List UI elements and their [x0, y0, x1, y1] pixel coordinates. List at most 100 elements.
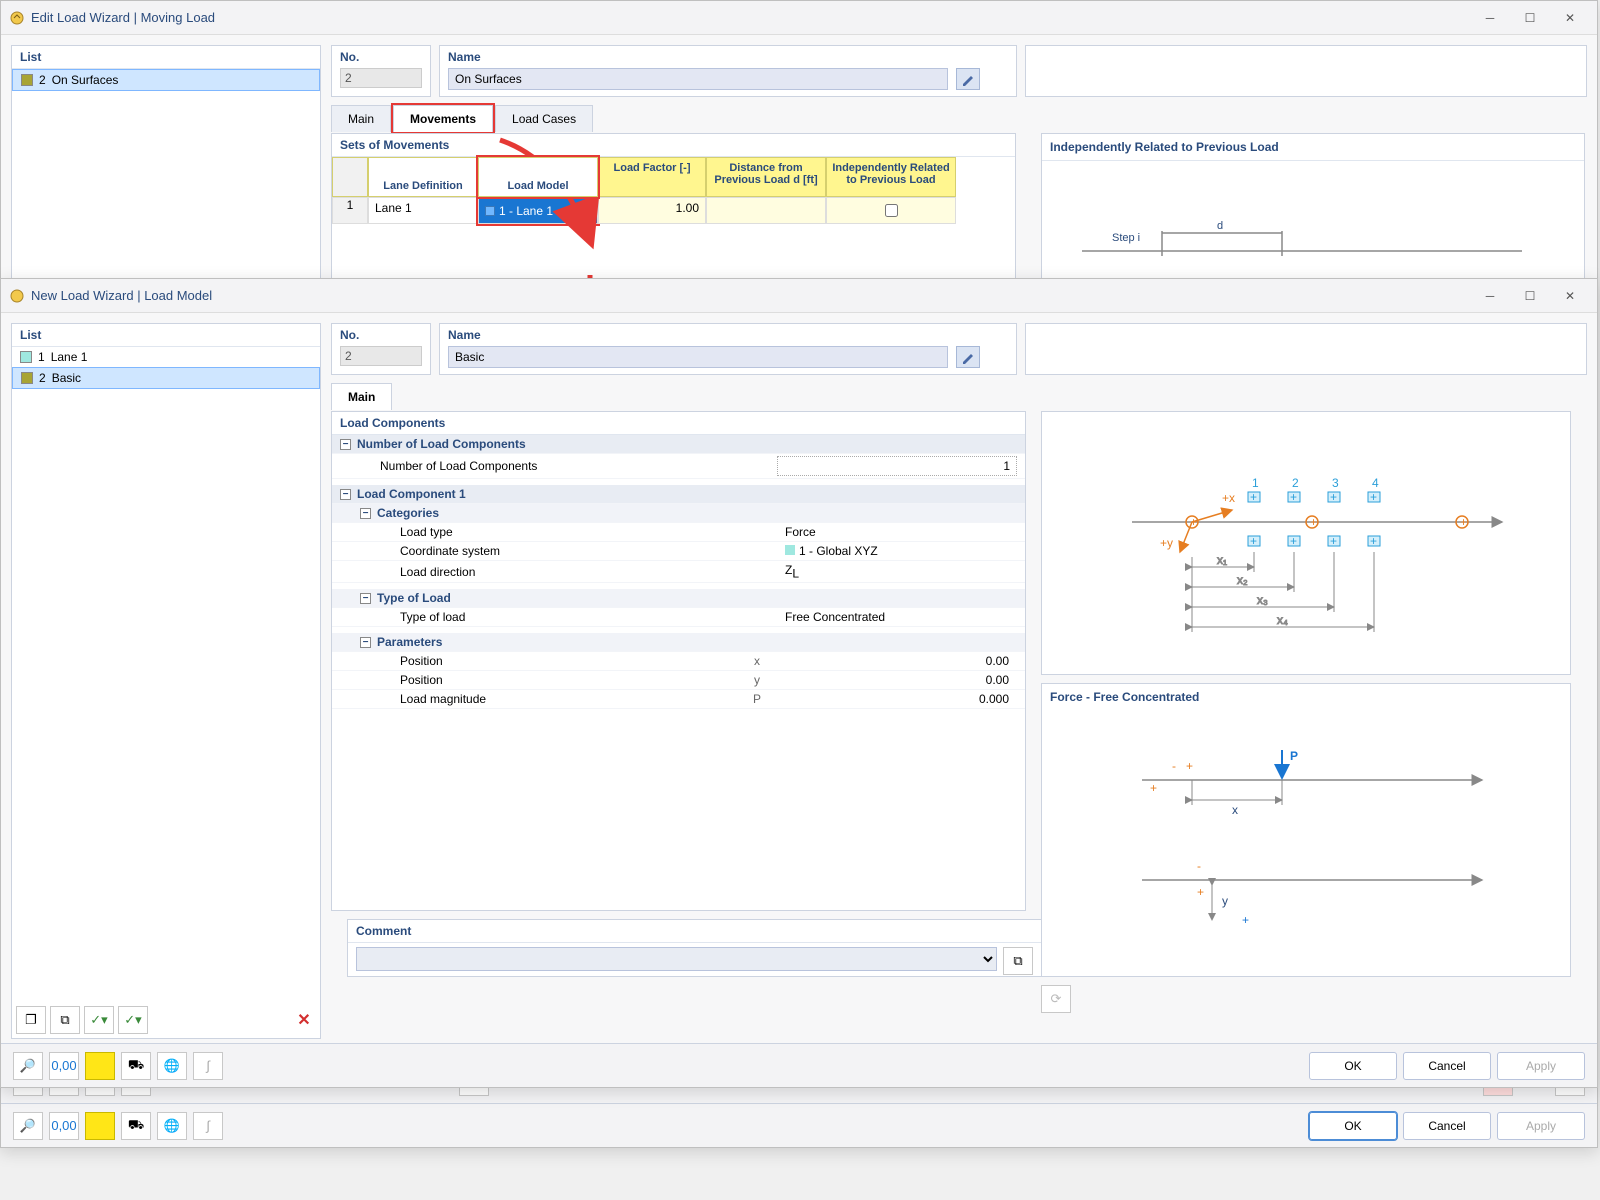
minimize-button-2[interactable]: ─ — [1471, 284, 1509, 308]
sub-type-of-load[interactable]: −Type of Load — [332, 589, 1025, 608]
apply-button-2[interactable]: Apply — [1497, 1052, 1585, 1080]
check1-button-2[interactable]: ✓▾ — [84, 1006, 114, 1034]
info-box-2 — [1025, 323, 1587, 375]
units-button-2[interactable]: 0,00 — [49, 1052, 79, 1080]
collapse-icon[interactable]: − — [340, 439, 351, 450]
check2-button-2[interactable]: ✓▾ — [118, 1006, 148, 1034]
tab-movements[interactable]: Movements — [393, 105, 493, 132]
tool-c-button-1[interactable]: ∫ — [193, 1112, 223, 1140]
name-input-2[interactable] — [448, 346, 948, 368]
row-position-x: Positionx0.00 — [332, 652, 1025, 671]
collapse-icon[interactable]: − — [360, 593, 371, 604]
svg-text:+: + — [1197, 885, 1204, 899]
collapse-icon[interactable]: − — [340, 489, 351, 500]
row-type-of-load: Type of loadFree Concentrated — [332, 608, 1025, 627]
list-item-on-surfaces[interactable]: 2 On Surfaces — [12, 69, 320, 91]
row-num-components[interactable]: Number of Load Components — [332, 454, 1025, 479]
cell-load-model[interactable]: 1 - Lane 1 — [478, 197, 598, 224]
name-box-1: Name — [439, 45, 1017, 97]
tool-c-button-2[interactable]: ∫ — [193, 1052, 223, 1080]
cell-lane[interactable]: Lane 1 — [368, 197, 478, 224]
no-box-2: No. — [331, 323, 431, 375]
load-components-panel: Load Components −Number of Load Componen… — [331, 411, 1026, 911]
cat-num-components[interactable]: −Number of Load Components — [332, 435, 1025, 454]
help-button-1[interactable]: 🔎 — [13, 1112, 43, 1140]
cell-factor[interactable]: 1.00 — [598, 197, 706, 224]
bottom-bar-2: 🔎 0,00 ⛟ 🌐 ∫ OK Cancel Apply — [1, 1043, 1597, 1087]
swatch-icon — [21, 74, 33, 86]
list-item-label: On Surfaces — [52, 73, 119, 87]
row-load-magnitude: Load magnitudeP0.000 — [332, 690, 1025, 709]
list-item-idx: 1 — [38, 350, 45, 364]
swatch-icon — [20, 351, 32, 363]
cancel-button-2[interactable]: Cancel — [1403, 1052, 1491, 1080]
units-button-1[interactable]: 0,00 — [49, 1112, 79, 1140]
edit-name-button-2[interactable] — [956, 346, 980, 368]
ok-button-1[interactable]: OK — [1309, 1112, 1397, 1140]
minimize-button-1[interactable]: ─ — [1471, 6, 1509, 30]
list-item-label: Lane 1 — [51, 350, 88, 364]
tab-main-2[interactable]: Main — [331, 383, 392, 410]
svg-text:P: P — [1290, 749, 1298, 763]
pencil-icon — [961, 72, 975, 86]
no-input-1[interactable] — [340, 68, 422, 88]
no-box-1: No. — [331, 45, 431, 97]
color-button-1[interactable] — [85, 1112, 115, 1140]
maximize-button-2[interactable]: ☐ — [1511, 284, 1549, 308]
independent-checkbox[interactable] — [885, 204, 898, 217]
svg-text:+: + — [1290, 490, 1297, 504]
svg-text:y: y — [1222, 894, 1228, 908]
tab-load-cases[interactable]: Load Cases — [495, 105, 593, 132]
collapse-icon[interactable]: − — [360, 637, 371, 648]
pencil-icon — [961, 350, 975, 364]
no-label-1: No. — [340, 50, 422, 64]
tool-a-button-1[interactable]: ⛟ — [121, 1112, 151, 1140]
tool-a-button-2[interactable]: ⛟ — [121, 1052, 151, 1080]
delete-item-button-2[interactable]: ✕ — [292, 1010, 316, 1030]
apply-button-1[interactable]: Apply — [1497, 1112, 1585, 1140]
tool-b-button-2[interactable]: 🌐 — [157, 1052, 187, 1080]
list-item-lane1[interactable]: 1 Lane 1 — [12, 347, 320, 367]
sub-parameters[interactable]: −Parameters — [332, 633, 1025, 652]
tab-main-1[interactable]: Main — [331, 105, 391, 132]
svg-text:+: + — [1330, 534, 1337, 548]
ok-button-2[interactable]: OK — [1309, 1052, 1397, 1080]
tool-b-button-1[interactable]: 🌐 — [157, 1112, 187, 1140]
cell-dist[interactable] — [706, 197, 826, 224]
name-label-2: Name — [448, 328, 1008, 342]
diagram2-header: Force - Free Concentrated — [1042, 684, 1570, 710]
close-button-1[interactable]: ✕ — [1551, 6, 1589, 30]
collapse-icon[interactable]: − — [360, 508, 371, 519]
cat-lc1[interactable]: −Load Component 1 — [332, 485, 1025, 504]
list-item-basic[interactable]: 2 Basic — [12, 367, 320, 389]
copy-item-button-2[interactable]: ⧉ — [50, 1006, 80, 1034]
no-input-2[interactable] — [340, 346, 422, 366]
sub-categories[interactable]: −Categories — [332, 504, 1025, 523]
row-load-type: Load typeForce — [332, 523, 1025, 542]
close-button-2[interactable]: ✕ — [1551, 284, 1589, 308]
color-button-2[interactable] — [85, 1052, 115, 1080]
refresh-diagram-button[interactable]: ⟳ — [1041, 985, 1071, 1013]
cancel-button-1[interactable]: Cancel — [1403, 1112, 1491, 1140]
help-button-2[interactable]: 🔎 — [13, 1052, 43, 1080]
name-input-1[interactable] — [448, 68, 948, 90]
svg-text:+: + — [1330, 490, 1337, 504]
window-load-model: New Load Wizard | Load Model ─ ☐ ✕ List … — [0, 278, 1598, 1088]
comment-library-button[interactable]: ⧉ — [1003, 947, 1033, 975]
edit-name-button-1[interactable] — [956, 68, 980, 90]
maximize-button-1[interactable]: ☐ — [1511, 6, 1549, 30]
comment-select[interactable] — [356, 947, 997, 971]
no-name-row-1: No. Name — [331, 45, 1587, 97]
window-title-1: Edit Load Wizard | Moving Load — [31, 10, 1471, 25]
swatch-icon — [785, 545, 795, 555]
col-load-model[interactable]: Load Model — [478, 157, 598, 197]
list-panel-2: List 1 Lane 1 2 Basic ❐ ⧉ ✓▾ ✓▾ ✕ — [11, 323, 321, 1039]
independently-panel: Independently Related to Previous Load S… — [1041, 133, 1585, 283]
svg-text:+x: +x — [1222, 491, 1235, 505]
cell-ind[interactable] — [826, 197, 956, 224]
list-header-1: List — [12, 46, 320, 69]
sets-header: Sets of Movements — [332, 134, 1015, 157]
list-item-idx: 2 — [39, 371, 46, 385]
new-item-button-2[interactable]: ❐ — [16, 1006, 46, 1034]
num-components-input[interactable] — [777, 456, 1017, 476]
